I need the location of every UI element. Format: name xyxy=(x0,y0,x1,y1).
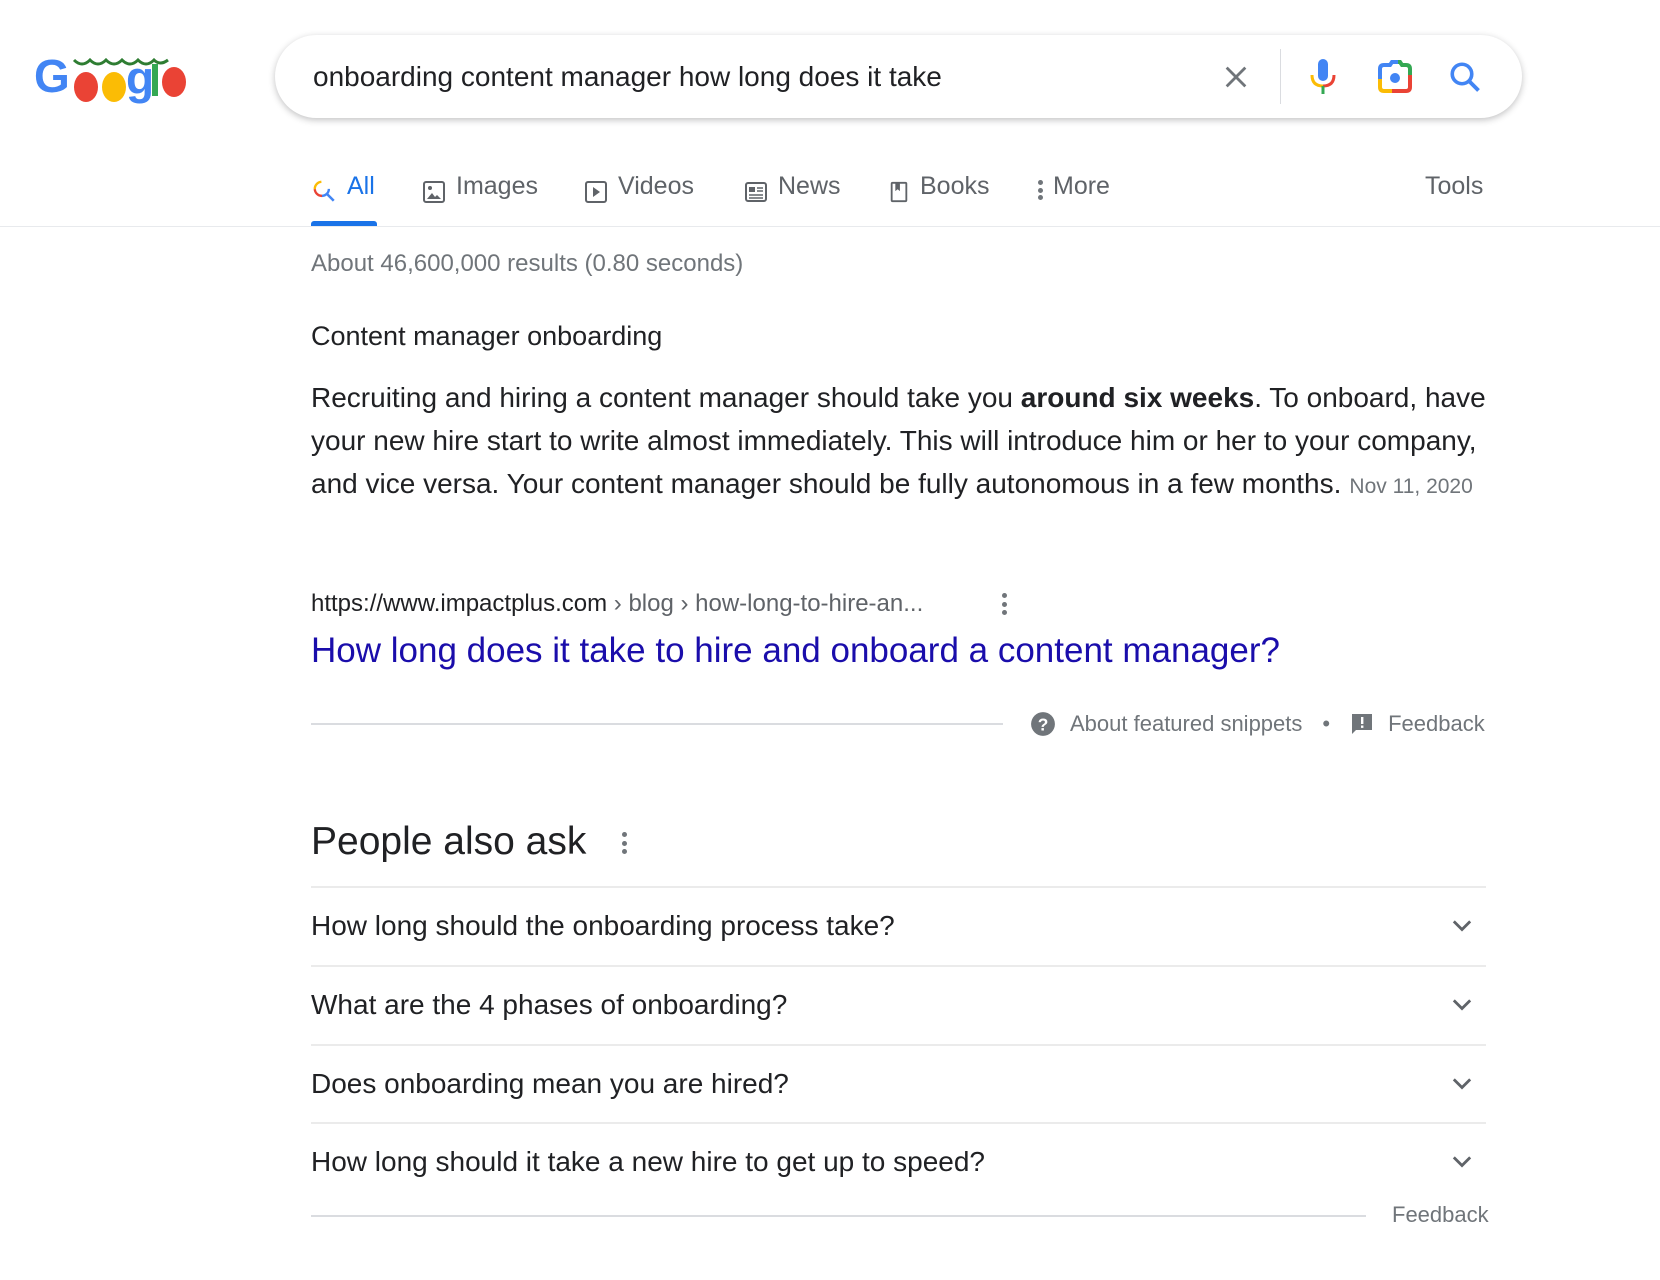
paa-question-text: How long should the onboarding process t… xyxy=(311,910,895,941)
paa-question[interactable]: Does onboarding mean you are hired? xyxy=(311,1044,1486,1122)
url-domain: https://www.impactplus.com xyxy=(311,590,608,617)
result-title-link[interactable]: How long does it take to hire and onboar… xyxy=(311,631,1280,671)
snippet-heading: Content manager onboarding xyxy=(311,321,663,351)
svg-text:?: ? xyxy=(1038,715,1049,735)
search-input[interactable] xyxy=(313,35,1173,118)
search-icon[interactable] xyxy=(1443,55,1487,99)
paa-question-text: What are the 4 phases of onboarding? xyxy=(311,989,788,1020)
microphone-icon[interactable] xyxy=(1301,55,1345,99)
tab-label: Books xyxy=(920,172,990,200)
paa-question[interactable]: How long should the onboarding process t… xyxy=(311,886,1486,964)
more-vert-icon xyxy=(1038,180,1043,200)
book-icon xyxy=(890,181,908,203)
chevron-down-icon xyxy=(1452,1078,1472,1090)
tab-books[interactable]: Books xyxy=(888,160,989,226)
newspaper-icon xyxy=(745,182,767,202)
search-box xyxy=(275,35,1522,118)
tab-news[interactable]: News xyxy=(744,160,841,226)
snippet-divider xyxy=(311,723,1003,725)
paa-heading: People also ask xyxy=(311,820,587,863)
google-logo[interactable]: G g xyxy=(34,50,196,108)
result-options-icon[interactable] xyxy=(996,593,1012,615)
tab-label: Videos xyxy=(618,172,694,200)
tab-label: News xyxy=(778,172,841,200)
url-path: › blog › how-long-to-hire-an... xyxy=(607,590,924,617)
snippet-feedback-link[interactable]: Feedback xyxy=(1388,711,1485,737)
snippet-text: Recruiting and hiring a content manager … xyxy=(311,376,1486,508)
paa-question-text: Does onboarding mean you are hired? xyxy=(311,1068,789,1099)
snippet-date: Nov 11, 2020 xyxy=(1349,475,1473,498)
paa-feedback-link[interactable]: Feedback xyxy=(1392,1202,1489,1228)
camera-lens-icon[interactable] xyxy=(1373,55,1417,99)
tab-images[interactable]: Images xyxy=(422,160,538,226)
about-featured-snippets-link[interactable]: About featured snippets xyxy=(1070,711,1302,737)
snippet-text-part: Recruiting and hiring a content manager … xyxy=(311,382,1021,413)
svg-text:G: G xyxy=(34,52,70,102)
chevron-down-icon xyxy=(1452,1156,1472,1168)
paa-question-text: How long should it take a new hire to ge… xyxy=(311,1146,985,1177)
chevron-down-icon xyxy=(1452,920,1472,932)
tab-all[interactable]: All xyxy=(311,160,377,226)
chevron-down-icon xyxy=(1452,999,1472,1011)
result-url[interactable]: https://www.impactplus.com › blog › how-… xyxy=(311,590,923,618)
tab-more[interactable]: More xyxy=(1038,160,1110,226)
header-divider xyxy=(0,226,1660,227)
snippet-footer: ? About featured snippets • Feedback xyxy=(1030,708,1485,740)
paa-divider xyxy=(311,1215,1366,1217)
play-icon xyxy=(585,181,607,203)
tools-button[interactable]: Tools xyxy=(1425,172,1483,201)
search-divider xyxy=(1280,49,1281,104)
feedback-icon xyxy=(1352,714,1373,734)
svg-text:g: g xyxy=(126,52,154,104)
tab-label: Images xyxy=(456,172,538,200)
paa-options-icon[interactable] xyxy=(618,832,630,854)
snippet-highlight: around six weeks xyxy=(1020,382,1255,413)
tab-videos[interactable]: Videos xyxy=(584,160,694,226)
help-icon: ? xyxy=(1031,712,1055,736)
image-icon xyxy=(423,181,445,203)
result-stats: About 46,600,000 results (0.80 seconds) xyxy=(311,250,744,277)
clear-icon[interactable] xyxy=(1214,55,1258,99)
paa-question[interactable]: How long should it take a new hire to ge… xyxy=(311,1122,1486,1200)
footer-separator: • xyxy=(1322,711,1331,736)
paa-question[interactable]: What are the 4 phases of onboarding? xyxy=(311,965,1486,1043)
search-icon xyxy=(313,180,335,202)
tab-label: More xyxy=(1053,172,1110,200)
tab-label: All xyxy=(347,172,375,200)
